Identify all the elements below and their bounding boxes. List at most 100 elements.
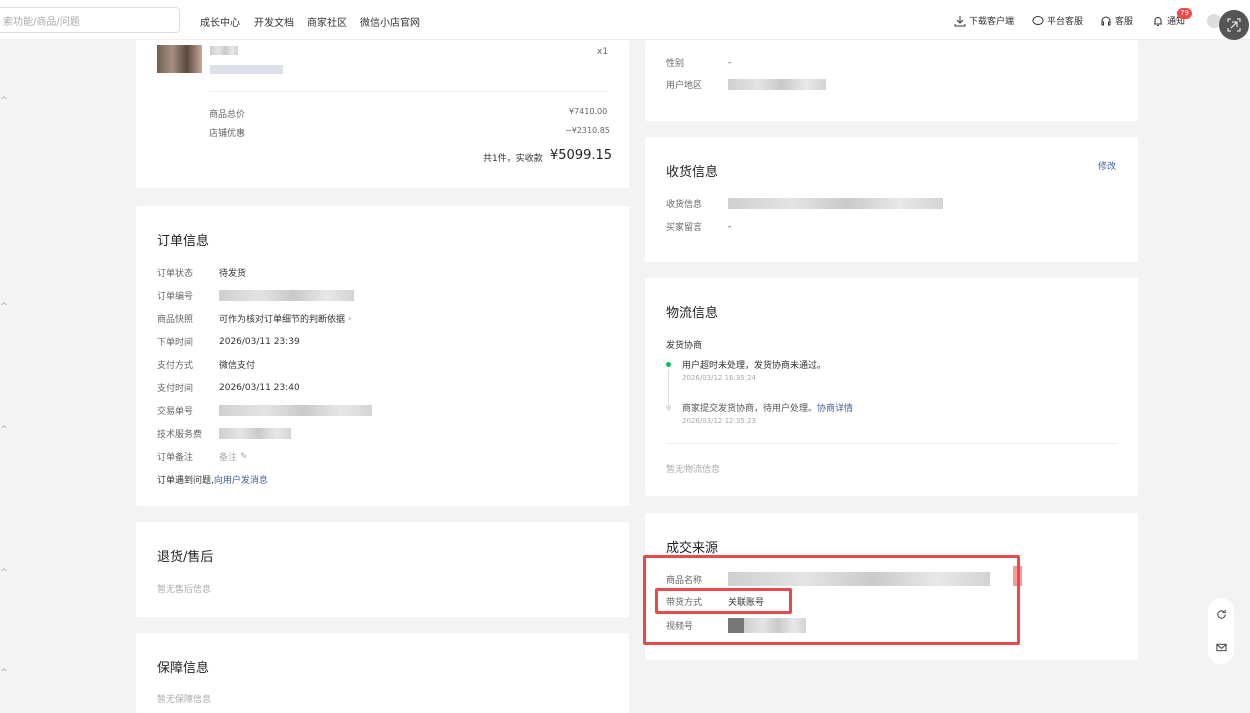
product-name-blurred (210, 46, 238, 55)
service-button[interactable]: 客服 (1100, 14, 1133, 27)
product-summary-card: x1 商品总价 ¥7410.00 店铺优惠 −¥2310.85 共1件，实收款 … (136, 40, 629, 188)
download-client-label: 下载客户端 (969, 17, 1015, 27)
order-time-value: 2026/03/11 23:39 (219, 336, 300, 347)
address-label: 收货信息 (666, 200, 703, 210)
note-row[interactable]: 订单备注 备注 ✎ (157, 450, 248, 464)
right-toolbar (1208, 598, 1234, 664)
total-value: ¥7410.00 (569, 107, 608, 116)
order-time-row: 下单时间 2026/03/11 23:39 (157, 335, 300, 349)
edit-tag-icon[interactable]: ✎ (240, 452, 248, 462)
sidebar-chevron-icon[interactable]: ^ (0, 668, 8, 678)
problem-text: 订单遇到问题, (157, 476, 214, 486)
discount-label: 店铺优惠 (209, 129, 246, 139)
logistics-empty: 暂无物流信息 (666, 465, 721, 475)
logistics-event-text: 商家提交发货协商，待用户处理。协商详情 (682, 401, 853, 414)
chevron-right-icon: › (348, 313, 352, 324)
logistics-title: 物流信息 (666, 306, 719, 321)
snapshot-row[interactable]: 商品快照 可作为核对订单细节的判断依据 › (157, 312, 352, 326)
trade-no-label: 交易单号 (157, 407, 194, 417)
mail-icon[interactable] (1215, 642, 1227, 653)
receive-title: 收货信息 (666, 165, 719, 180)
sidebar-chevron-icon[interactable]: ^ (0, 568, 8, 578)
note-label: 订单备注 (157, 453, 194, 463)
platform-service-button[interactable]: 平台客服 (1032, 14, 1083, 27)
product-qty: x1 (597, 47, 609, 57)
service-label: 客服 (1115, 17, 1134, 27)
search-input[interactable]: 索功能/商品/问题 (0, 7, 180, 33)
message-user-link[interactable]: 向用户发消息 (214, 473, 268, 486)
logistics-event-time: 2026/03/12 16:35:24 (682, 374, 757, 382)
headset-icon (1101, 16, 1111, 25)
refund-title: 退货/售后 (157, 550, 214, 565)
gender-value: - (728, 57, 732, 68)
logistics-card: 物流信息 发货协商 用户超时未处理，发货协商未通过。 2026/03/12 16… (645, 278, 1138, 496)
download-client-button[interactable]: 下载客户端 (954, 14, 1014, 27)
paid-prefix: 共1件，实收款 (483, 154, 543, 164)
order-time-label: 下单时间 (157, 338, 194, 348)
order-info-card: 订单信息 订单状态 待发货 订单编号 商品快照 可作为核对订单细节的判断依据 › 下单… (136, 206, 629, 506)
problem-row: 订单遇到问题, 向用户发消息 (157, 473, 268, 486)
logistics-event-time: 2026/03/12 12:35:23 (682, 417, 757, 425)
chat-bubble-icon (1032, 15, 1044, 25)
receive-edit-link[interactable]: 修改 (1098, 159, 1116, 172)
product-spec-blurred (210, 65, 283, 74)
download-icon (954, 15, 966, 26)
source-title: 成交来源 (666, 541, 719, 556)
order-status-value: 待发货 (219, 269, 247, 279)
address-row: 收货信息 (666, 197, 943, 210)
guarantee-empty: 暂无保障信息 (157, 695, 212, 705)
timeline-dot (666, 405, 671, 410)
refresh-icon[interactable] (1216, 609, 1227, 620)
logistics-sub: 发货协商 (666, 341, 703, 351)
sidebar-chevron-icon[interactable]: ^ (0, 425, 8, 435)
trade-no-row: 交易单号 (157, 404, 372, 417)
buyer-msg-value: - (728, 221, 732, 232)
receive-card: 收货信息 修改 收货信息 买家留言 - (645, 137, 1138, 262)
timeline-dot-active (666, 362, 671, 367)
order-status-label: 订单状态 (157, 269, 194, 279)
logistics-event-text: 用户超时未处理，发货协商未通过。 (682, 361, 827, 371)
order-no-row: 订单编号 (157, 289, 354, 302)
tech-fee-label: 技术服务费 (157, 430, 203, 440)
screenshot-float-button[interactable] (1219, 10, 1249, 40)
tech-fee-blurred (219, 428, 291, 439)
snapshot-label: 商品快照 (157, 315, 194, 325)
discount-value: −¥2310.85 (565, 126, 610, 135)
order-status-row: 订单状态 待发货 (157, 266, 246, 279)
gender-row: 性别 - (666, 56, 732, 70)
buyer-msg-row: 买家留言 - (666, 220, 732, 234)
pay-time-value: 2026/03/11 23:40 (219, 382, 300, 393)
region-blurred (728, 79, 826, 90)
refund-card: 退货/售后 暂无售后信息 (136, 522, 629, 617)
nav-official-site[interactable]: 微信小店官网 (360, 14, 420, 29)
guarantee-title: 保障信息 (157, 661, 210, 676)
guarantee-card: 保障信息 暂无保障信息 (136, 633, 629, 713)
pay-time-label: 支付时间 (157, 384, 194, 394)
note-value[interactable]: 备注 (219, 450, 237, 463)
order-no-blurred (219, 290, 354, 301)
snapshot-value[interactable]: 可作为核对订单细节的判断依据 (219, 312, 345, 325)
order-info-title: 订单信息 (157, 234, 210, 249)
platform-service-label: 平台客服 (1047, 17, 1084, 27)
order-no-label: 订单编号 (157, 292, 194, 302)
bell-icon (1154, 16, 1162, 26)
pay-method-label: 支付方式 (157, 361, 194, 371)
trade-no-blurred (219, 405, 372, 416)
refund-empty: 暂无售后信息 (157, 585, 212, 595)
highlight-box-method (655, 588, 792, 614)
paid-value: ¥5099.15 (550, 148, 613, 163)
pay-method-row: 支付方式 微信支付 (157, 358, 255, 371)
nav-merchant-community[interactable]: 商家社区 (307, 14, 347, 29)
tech-fee-row: 技术服务费 (157, 427, 291, 440)
top-bar: 索功能/商品/问题 成长中心 开发文档 商家社区 微信小店官网 下载客户端 平台… (0, 0, 1250, 40)
sidebar-chevron-icon[interactable]: ^ (0, 96, 8, 106)
capture-icon (1227, 18, 1241, 32)
pay-time-row: 支付时间 2026/03/11 23:40 (157, 381, 300, 395)
total-label: 商品总价 (209, 110, 246, 120)
region-row: 用户地区 (666, 78, 826, 91)
nav-growth-center[interactable]: 成长中心 (200, 14, 240, 29)
negotiation-detail-link[interactable]: 协商详情 (817, 404, 853, 414)
divider (209, 91, 608, 92)
sidebar-chevron-icon[interactable]: ^ (0, 302, 8, 312)
nav-dev-docs[interactable]: 开发文档 (254, 14, 294, 29)
